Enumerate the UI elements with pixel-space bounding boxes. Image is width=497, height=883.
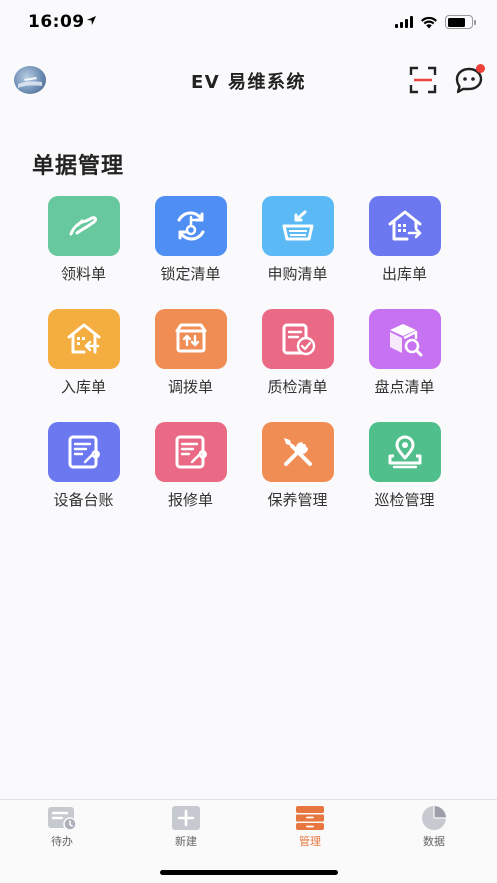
scan-icon[interactable] <box>409 66 437 94</box>
tab-new[interactable]: 新建 <box>141 805 231 849</box>
message-button[interactable] <box>455 64 485 94</box>
grid-item-label: 出库单 <box>381 265 427 283</box>
tile <box>261 309 334 369</box>
grid-item-label: 巡检管理 <box>374 491 435 509</box>
grid-item-label: 盘点清单 <box>374 378 435 396</box>
lock-refresh-icon <box>177 211 204 241</box>
section-title: 单据管理 <box>32 154 125 179</box>
grid-item-label: 调拨单 <box>167 378 213 396</box>
pick-icon <box>69 216 97 236</box>
location-arrow-icon <box>87 16 96 25</box>
tile <box>154 196 227 256</box>
tile <box>261 422 334 482</box>
tile <box>47 422 120 482</box>
grid-item-label: 领料单 <box>60 265 106 283</box>
inspect-doc-icon <box>282 323 315 356</box>
tile <box>261 196 334 256</box>
tile <box>368 309 441 369</box>
todo-icon <box>48 807 77 831</box>
tile <box>368 422 441 482</box>
grid-item-outbound[interactable]: 出库单 <box>351 196 458 286</box>
tile <box>368 196 441 256</box>
tools-icon <box>283 438 312 466</box>
grid-item-label: 保养管理 <box>267 491 328 509</box>
header: EV 易维系统 <box>0 48 497 112</box>
status-indicators <box>395 15 476 29</box>
unread-dot <box>476 64 485 73</box>
transfer-box-icon <box>175 323 206 353</box>
grid-item-label: 入库单 <box>60 378 106 396</box>
tile <box>47 309 120 369</box>
manage-icon <box>296 806 324 830</box>
tab-label: 新建 <box>175 835 197 848</box>
inventory-box-icon <box>389 324 422 357</box>
tab-label: 待办 <box>51 835 73 848</box>
warehouse-in-icon <box>67 323 100 354</box>
grid-item-lock-list[interactable]: 锁定清单 <box>137 196 244 286</box>
tab-label: 管理 <box>299 835 321 848</box>
tile <box>154 309 227 369</box>
signal-icon <box>395 16 413 28</box>
grid-item-maintenance[interactable]: 保养管理 <box>244 422 351 512</box>
battery-icon <box>445 15 476 29</box>
grid-item-repair[interactable]: 报修单 <box>137 422 244 512</box>
equipment-ledger-icon <box>68 435 100 469</box>
grid-item-label: 锁定清单 <box>160 265 221 283</box>
grid-item-stocktake[interactable]: 盘点清单 <box>351 309 458 399</box>
grid-item-pick[interactable]: 领料单 <box>30 196 137 286</box>
document-grid: 领料单 锁定清单 申购清单 出库单 入库单 调拨单 质检清单 盘点清单 设备台账… <box>30 196 470 512</box>
status-bar: 16:09 <box>0 0 497 48</box>
chart-icon <box>422 806 446 830</box>
status-time: 16:09 <box>28 12 85 32</box>
tab-data[interactable]: 数据 <box>389 805 479 849</box>
grid-item-label: 设备台账 <box>53 491 114 509</box>
grid-item-patrol[interactable]: 巡检管理 <box>351 422 458 512</box>
tab-label: 数据 <box>423 835 445 848</box>
tile <box>47 196 120 256</box>
home-indicator <box>160 870 338 875</box>
grid-item-label: 报修单 <box>167 491 213 509</box>
grid-item-purchase-list[interactable]: 申购清单 <box>244 196 351 286</box>
grid-item-equipment[interactable]: 设备台账 <box>30 422 137 512</box>
grid-item-label: 质检清单 <box>267 378 328 396</box>
grid-item-label: 申购清单 <box>267 265 328 283</box>
tab-todo[interactable]: 待办 <box>17 805 107 849</box>
tab-manage[interactable]: 管理 <box>265 805 355 849</box>
wifi-icon <box>421 16 437 28</box>
patrol-location-icon <box>388 435 421 469</box>
tile <box>154 422 227 482</box>
grid-item-inspection[interactable]: 质检清单 <box>244 309 351 399</box>
grid-item-transfer[interactable]: 调拨单 <box>137 309 244 399</box>
warehouse-out-icon <box>388 210 421 241</box>
basket-icon <box>282 210 313 241</box>
add-icon <box>172 806 200 830</box>
grid-item-inbound[interactable]: 入库单 <box>30 309 137 399</box>
repair-form-icon <box>175 435 207 469</box>
